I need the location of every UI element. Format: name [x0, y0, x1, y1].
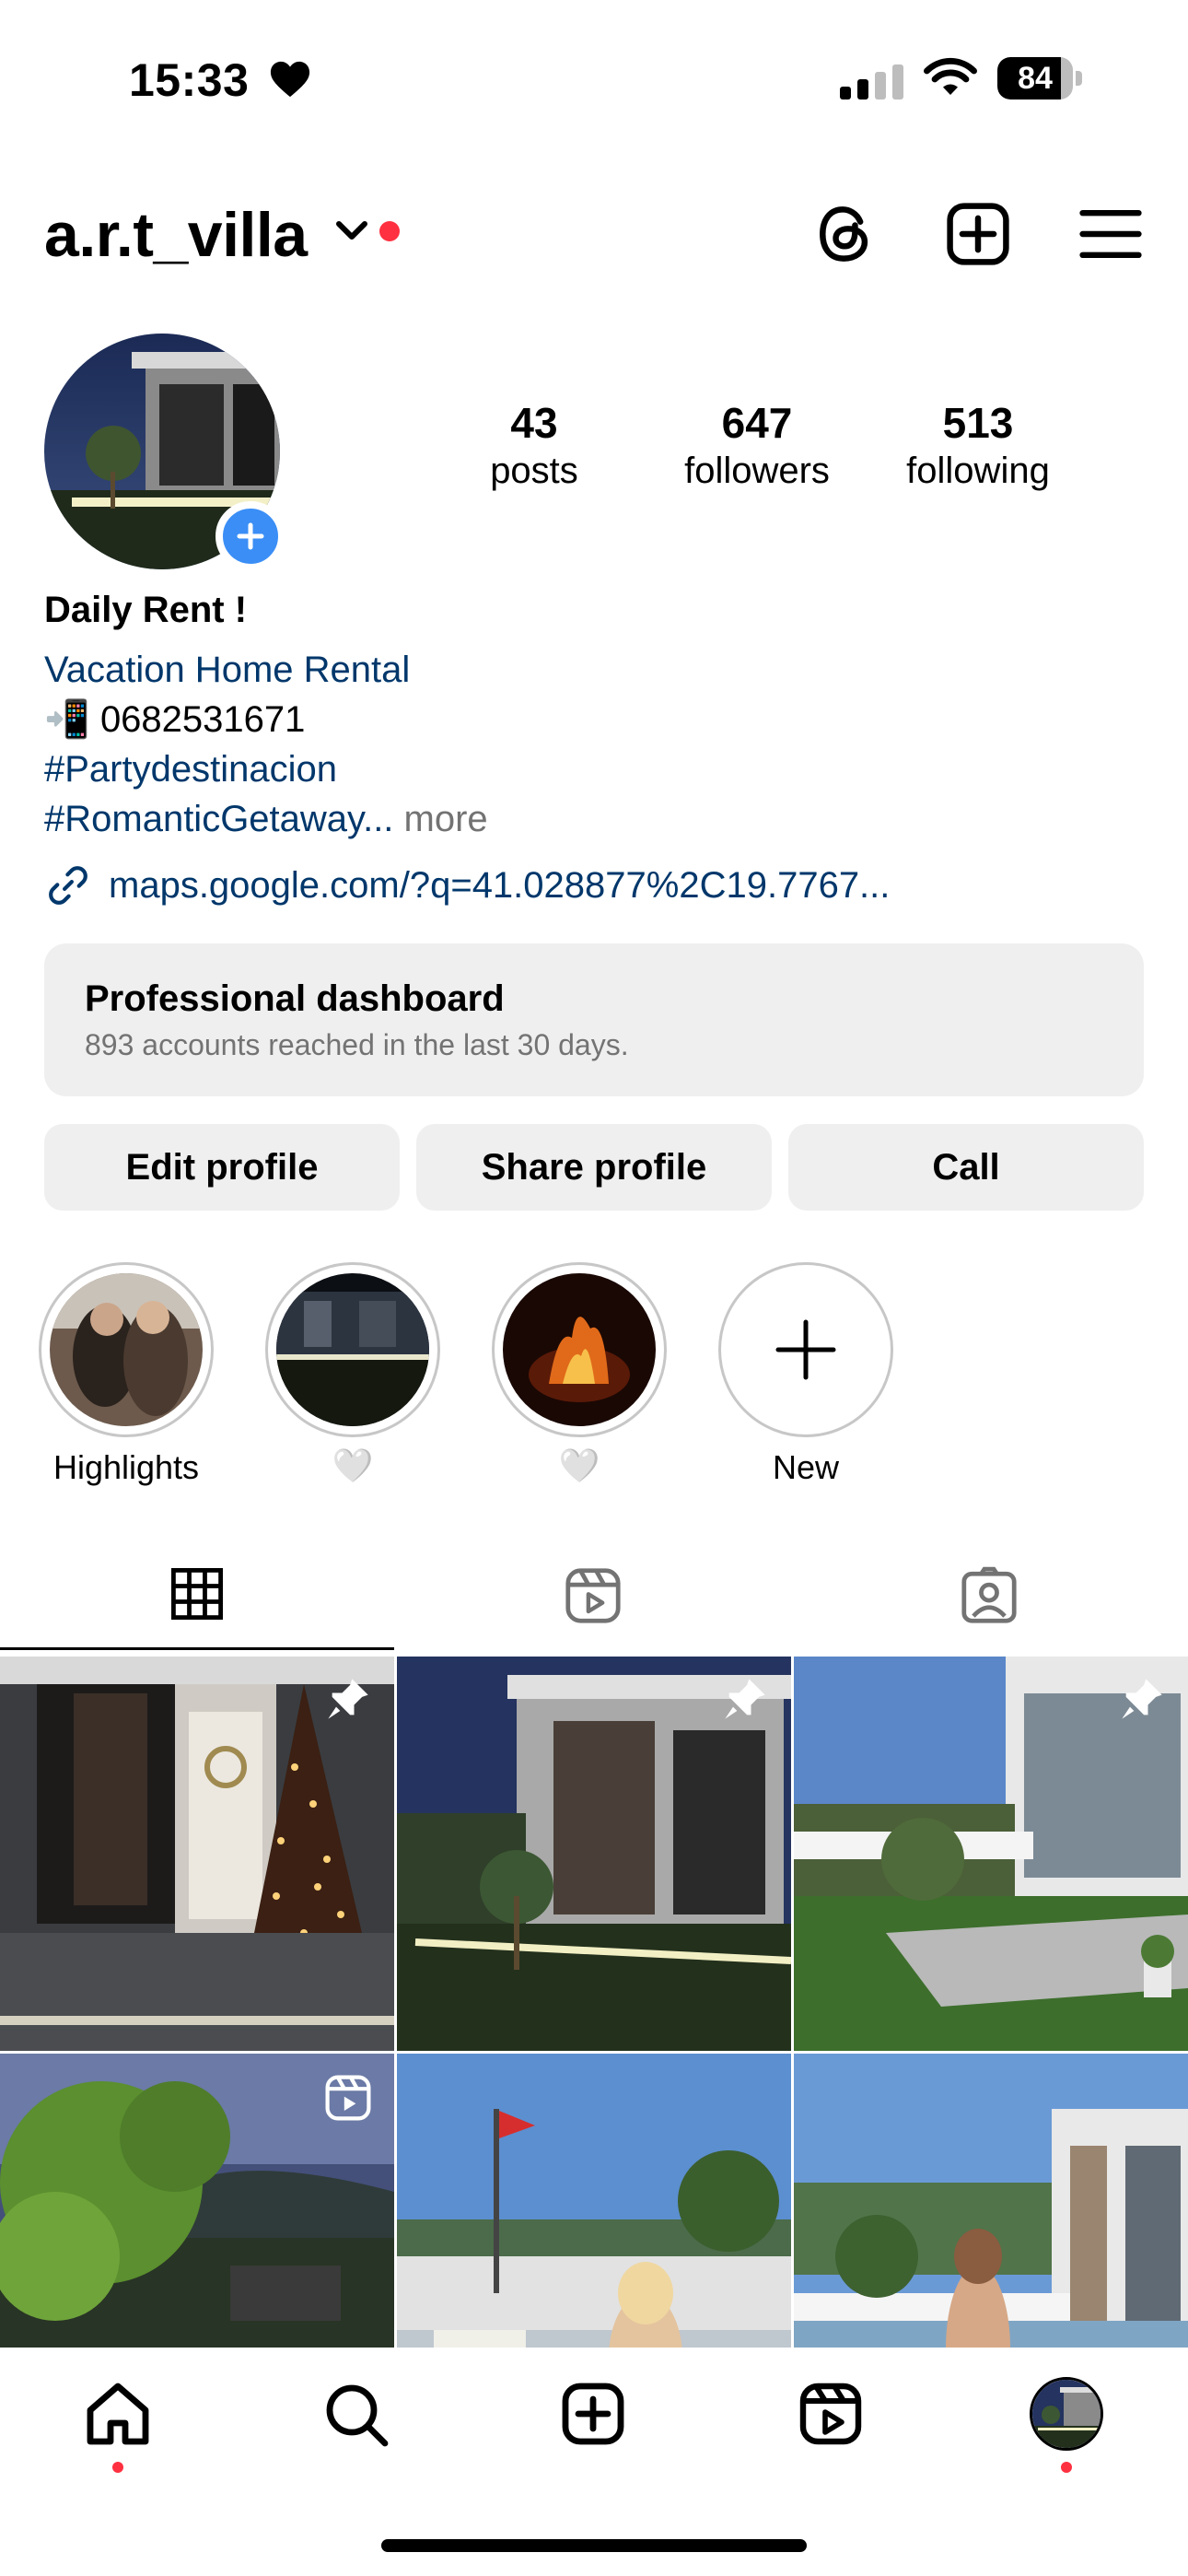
- profile-username[interactable]: a.r.t_villa: [44, 199, 308, 271]
- profile-tab-avatar[interactable]: [1030, 2377, 1103, 2451]
- professional-dashboard[interactable]: Professional dashboard 893 accounts reac…: [44, 943, 1144, 1096]
- status-time: 15:33: [129, 54, 250, 106]
- hashtag-partydestinacion[interactable]: #Partydestinacion: [44, 744, 337, 794]
- posts-count[interactable]: 43 posts: [442, 398, 626, 494]
- hashtag-romanticgetaway[interactable]: #RomanticGetaway...: [44, 799, 393, 839]
- profile-phone: 0682531671: [99, 699, 306, 740]
- create-post-icon[interactable]: [556, 2377, 630, 2451]
- home-icon[interactable]: [81, 2377, 155, 2451]
- call-button[interactable]: Call: [788, 1124, 1144, 1211]
- edit-profile-button[interactable]: Edit profile: [44, 1124, 400, 1211]
- battery-icon: 84: [997, 57, 1082, 101]
- pin-icon: [328, 1679, 368, 1719]
- posts-label: posts: [490, 451, 578, 491]
- create-icon[interactable]: [943, 199, 1013, 269]
- search-icon[interactable]: [319, 2377, 392, 2451]
- wifi-icon: [924, 57, 977, 95]
- followers-label: followers: [684, 451, 830, 491]
- profile-name: Daily Rent !: [44, 590, 248, 630]
- tagged-tab-icon[interactable]: [958, 1564, 1020, 1627]
- following-count[interactable]: 513 following: [877, 398, 1079, 494]
- reels-icon[interactable]: [794, 2377, 868, 2451]
- highlight-2-label: 🤍: [332, 1446, 374, 1484]
- highlight-1[interactable]: [39, 1262, 214, 1437]
- home-notification-dot: [112, 2462, 123, 2473]
- threads-icon[interactable]: [810, 199, 880, 269]
- reels-tab-icon[interactable]: [562, 1564, 624, 1627]
- grid-tab-icon[interactable]: [168, 1564, 227, 1623]
- profile-notification-dot: [1061, 2462, 1072, 2473]
- reel-icon: [325, 2075, 371, 2121]
- post-1[interactable]: [0, 1657, 394, 2051]
- new-highlight-button[interactable]: [718, 1262, 893, 1437]
- post-2[interactable]: [397, 1657, 791, 2051]
- add-story-button[interactable]: [215, 501, 285, 571]
- pin-icon: [1122, 1679, 1162, 1719]
- new-highlight-label: New: [772, 1448, 840, 1486]
- followers-number: 647: [721, 399, 793, 447]
- following-label: following: [906, 451, 1050, 491]
- pin-icon: [725, 1679, 765, 1719]
- dashboard-subtitle: 893 accounts reached in the last 30 days…: [85, 1028, 629, 1061]
- hashtag-line-2: #RomanticGetaway... more: [44, 794, 488, 844]
- profile-phone-line[interactable]: 📲 0682531671: [44, 695, 305, 744]
- profile-link[interactable]: maps.google.com/?q=41.028877%2C19.7767..…: [44, 861, 890, 910]
- posts-number: 43: [510, 399, 558, 447]
- followers-count[interactable]: 647 followers: [656, 398, 858, 494]
- chevron-down-icon[interactable]: [333, 217, 370, 245]
- highlight-3-label: 🤍: [558, 1446, 600, 1484]
- battery-percent: 84: [1018, 61, 1053, 96]
- phone-emoji: 📲: [44, 699, 90, 740]
- highlight-2[interactable]: [265, 1262, 440, 1437]
- signal-icon: [840, 63, 903, 100]
- highlight-1-label: Highlights: [52, 1448, 200, 1486]
- following-number: 513: [942, 399, 1014, 447]
- home-indicator: [381, 2539, 807, 2552]
- menu-icon[interactable]: [1076, 199, 1146, 269]
- active-tab-indicator: [0, 1647, 394, 1650]
- share-profile-button[interactable]: Share profile: [416, 1124, 772, 1211]
- highlight-3[interactable]: [492, 1262, 667, 1437]
- dashboard-title: Professional dashboard: [85, 978, 505, 1019]
- profile-link-text: maps.google.com/?q=41.028877%2C19.7767..…: [109, 865, 891, 906]
- plus-icon: [775, 1319, 836, 1380]
- heart-icon: [270, 61, 310, 98]
- post-3[interactable]: [794, 1657, 1188, 2051]
- profile-category: Vacation Home Rental: [44, 650, 411, 690]
- more-link[interactable]: more: [404, 799, 488, 839]
- notification-dot: [379, 221, 400, 241]
- link-icon: [49, 866, 87, 905]
